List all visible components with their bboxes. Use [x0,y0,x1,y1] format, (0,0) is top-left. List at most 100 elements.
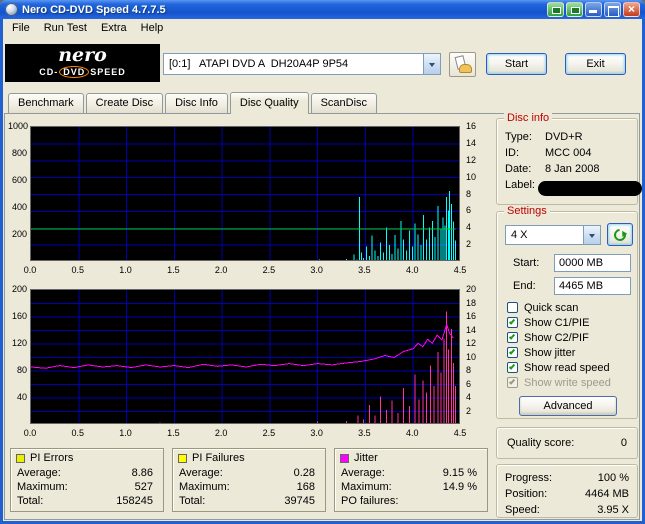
drive-select[interactable]: [0:1] ATAPI DVD A DH20A4P 9P54 [163,53,441,75]
jitter-stats-box: Jitter Average: 9.15 % Maximum: 14.9 % PO … [334,448,488,512]
pi-errors-legend-swatch [16,453,25,463]
close-button[interactable]: × [623,2,640,17]
axis-tick-label: 3.5 [358,428,371,438]
axis-tick-label: 2.5 [262,265,276,275]
axis-tick-label: 200 [11,284,27,294]
speed-label: Speed: [505,504,540,516]
tab-benchmark[interactable]: Benchmark [8,93,84,113]
stat-value: 527 [134,481,153,493]
disc-label-redaction [538,181,642,196]
checkbox-label: Show C2/PIF [524,331,589,344]
axis-tick-label: 0.0 [23,428,37,438]
axis-tick-label: 3.0 [310,265,323,275]
minimize-button[interactable] [585,2,602,17]
exit-button[interactable]: Exit [565,53,626,75]
eject-disc-button[interactable] [449,52,476,77]
checkbox-quick-scan[interactable]: Quick scan [507,301,611,314]
drive-select-dropdown-button[interactable] [423,54,440,74]
position-value: 4464 MB [584,488,629,500]
axis-tick-label: 1.5 [167,265,180,275]
chevron-down-icon [429,62,435,70]
checkbox-label: Show write speed [524,376,611,389]
axis-tick-label: 14 [466,324,477,335]
maximize-button[interactable] [604,2,621,17]
axis-tick-label: 16 [466,311,477,321]
start-position-input[interactable] [554,254,631,272]
axis-tick-label: 3.5 [358,265,371,275]
capture-utility-icon-1[interactable] [547,2,564,17]
window-title: Nero CD-DVD Speed 4.7.7.5 [22,3,166,16]
axis-tick-label: 1.0 [119,265,132,275]
axis-tick-label: 120 [11,338,27,348]
axis-tick-label: 1.0 [119,428,132,438]
drive-select-value: [0:1] ATAPI DVD A DH20A4P 9P54 [169,58,349,70]
axis-tick-label: 20 [466,284,477,294]
checkbox-icon [507,302,518,313]
axis-tick-label: 80 [16,365,27,375]
axis-tick-label: 4 [466,392,472,402]
start-button[interactable]: Start [486,53,547,75]
disc-type-value: DVD+R [545,131,583,143]
menu-help[interactable]: Help [134,20,171,36]
menu-file[interactable]: File [5,20,37,36]
axis-tick-label: 0.5 [71,428,85,438]
stat-label: Total: [17,495,44,507]
speed-value: 3.95 X [597,504,629,516]
tab-disc-quality[interactable]: Disc Quality [229,92,309,114]
axis-tick-label: 1.5 [167,428,180,438]
disc-id-value: MCC 004 [545,147,592,159]
axis-tick-label: 18 [466,297,477,308]
tab-create-disc[interactable]: Create Disc [85,93,164,113]
chevron-down-icon [589,233,595,241]
pi-failures-legend-swatch [178,453,187,463]
axis-tick-label: 14 [466,137,477,148]
checkbox-show-jitter[interactable]: Show jitter [507,347,611,359]
axis-tick-label: 8 [466,188,472,199]
axis-tick-label: 160 [11,311,27,321]
axis-tick-label: 0.0 [23,265,37,275]
advanced-button[interactable]: Advanced [519,396,617,416]
titlebar[interactable]: Nero CD-DVD Speed 4.7.7.5 × [0,0,645,19]
axis-tick-label: 800 [11,148,27,158]
pif-jitter-chart: 200 160 120 80 40 20 18 16 14 12 10 8 6 4 2 0.0 0.5 1.0 1.… [8,285,490,441]
logo-oval: DVD [59,66,90,78]
capture-utility-icon-2[interactable] [566,2,583,17]
settings-caption: Settings [504,205,550,217]
progress-value: 100 % [597,472,629,484]
axis-tick-label: 10 [466,171,477,182]
scan-options-list: Quick scan Show C1/PIE Show C2/PIF Show … [507,301,611,389]
axis-tick-label: 2.0 [214,265,228,275]
disc-info-caption: Disc info [504,112,553,124]
scan-speed-select[interactable]: 4 X [505,225,601,245]
app-icon [5,3,18,16]
axis-tick-label: 2.5 [262,428,276,438]
checkbox-show-write-speed: Show write speed [507,376,611,389]
end-position-label: End: [513,280,536,292]
hand-icon [459,64,472,73]
pi-errors-stats-box: PI Errors Average: 8.86 Maximum: 527 Total… [10,448,164,512]
nero-logo-subtitle: CD- DVD SPEED [39,66,126,78]
refresh-button[interactable] [607,223,633,246]
axis-tick-label: 4.0 [405,428,419,438]
checkbox-show-read-speed[interactable]: Show read speed [507,362,611,374]
axis-tick-label: 40 [16,392,27,402]
checkbox-show-c1-pie[interactable]: Show C1/PIE [507,317,611,329]
stat-label: Maximum: [17,481,68,493]
menu-run-test[interactable]: Run Test [37,20,94,36]
tab-scandisc[interactable]: ScanDisc [310,93,378,113]
menu-extra[interactable]: Extra [94,20,134,36]
disc-date-value: 8 Jan 2008 [545,163,600,175]
axis-tick-label: 12 [466,338,477,348]
nero-logo-script: nero [58,44,107,66]
axis-tick-label: 3.0 [310,428,323,438]
chart-plot [30,126,460,261]
scan-speed-dropdown-button[interactable] [583,226,600,244]
tab-disc-info[interactable]: Disc Info [165,93,228,113]
chart-plot [30,289,460,424]
checkbox-show-c2-pif[interactable]: Show C2/PIF [507,331,611,344]
end-position-input[interactable] [554,277,631,295]
jitter-legend-swatch [340,453,349,463]
stat-value: 158245 [116,495,153,507]
axis-tick-label: 2 [466,405,472,416]
checkbox-label: Quick scan [524,301,579,314]
